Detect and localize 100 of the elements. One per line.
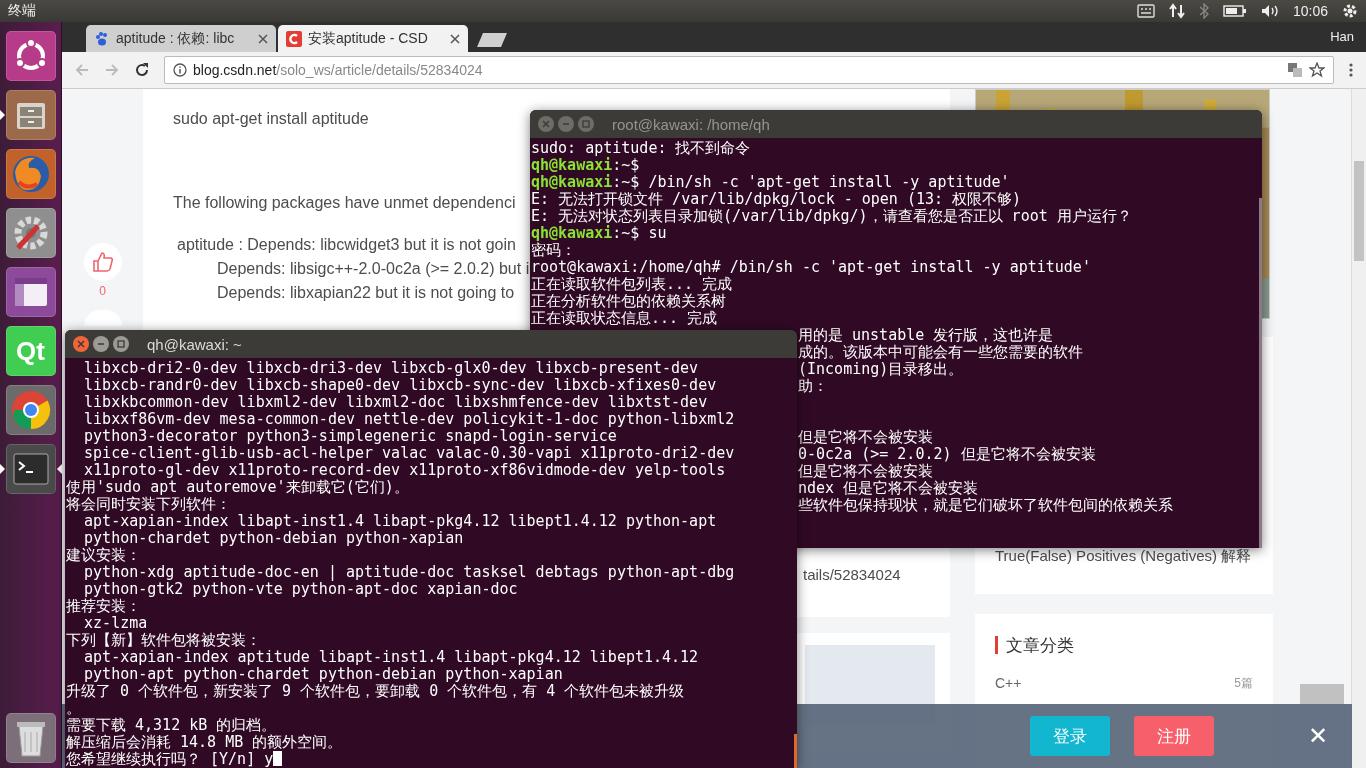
terminal-line: libxcb-randr0-dev libxcb-shape0-dev libxcb-sync-dev libxcb-xfixes0-dev: [83, 377, 718, 394]
terminal-line: apt-xapian-index aptitude libapt-inst1.4 libapt-pkg4.12 libept1.4.12: [83, 649, 700, 666]
terminal-line: 但是它将不会被安装: [798, 462, 933, 480]
terminal-line: 。: [65, 700, 82, 717]
scrollbar[interactable]: [1351, 89, 1366, 768]
terminal-line: python-apt python-chardet python-debian python-xapian: [83, 666, 564, 683]
terminal-icon[interactable]: [5, 444, 56, 494]
category-link[interactable]: C++: [995, 674, 1022, 692]
like-button[interactable]: [83, 243, 122, 281]
paw-icon: [94, 30, 110, 47]
square-icon: [117, 340, 125, 348]
circle-logo-icon[interactable]: [5, 385, 56, 435]
article-text: Depends: libsigc++-2.0-0c2a (>= 2.0.2) but i: [216, 259, 530, 279]
close-button[interactable]: ✕: [1308, 722, 1328, 750]
thumbs-up-icon: [91, 251, 114, 273]
terminal-line: 您希望继续执行吗？ [Y/n] y: [66, 750, 274, 768]
terminal-line: python-chardet python-debian python-xapian: [84, 530, 465, 547]
terminal-line: libxcb-dri2-0-dev libxcb-dri3-dev libxcb-glx0-dev libxcb-present-dev: [83, 360, 700, 377]
minimize-button[interactable]: [93, 336, 109, 352]
translate-icon[interactable]: [1287, 62, 1303, 78]
terminal-line: sudo: aptitude: 找不到命令: [530, 140, 752, 157]
maximize-button[interactable]: [113, 336, 129, 352]
network-arrows-icon[interactable]: [1168, 3, 1185, 19]
window-title: root@kawaxi: /home/qh: [612, 115, 770, 133]
close-icon: [77, 340, 85, 348]
browser-tab[interactable]: 安装aptitude - CSD: [278, 25, 468, 52]
terminal-line: qh@kawaxi:~$ su: [530, 225, 668, 242]
square-icon: [582, 120, 590, 128]
article-text: aptitude : Depends: libcwidget3 but it is not goin: [176, 235, 516, 255]
terminal-line: (Incoming)目录移出。: [798, 360, 964, 378]
terminal-line: root@kawaxi:/home/qh# /bin/sh -c 'apt-get install -y aptitude': [530, 259, 1092, 276]
new-tab-button[interactable]: [476, 32, 508, 48]
article-count: 5篇: [1234, 674, 1253, 692]
terminal-line: E: 无法打开锁文件 /var/lib/dpkg/lock - open (13: 权限不够): [530, 191, 1023, 208]
address-bar[interactable]: blog.csdn.net/solo_ws/article/details/52834024: [164, 56, 1334, 84]
terminal-line: 推荐安装：: [65, 598, 141, 615]
ubuntu-logo-icon[interactable]: [5, 31, 56, 81]
heading-bar: [995, 636, 998, 655]
terminal-line: python3-decorator python3-simplegeneric snapd-login-service: [83, 428, 618, 445]
close-icon: [542, 120, 550, 128]
close-icon[interactable]: [258, 33, 268, 44]
article-link[interactable]: tails/52834024: [803, 566, 901, 583]
terminal-line: 密码：: [530, 242, 576, 259]
c-logo-icon: [286, 30, 302, 47]
close-icon[interactable]: [450, 33, 460, 44]
like-count: 0: [99, 284, 106, 298]
globe-icon[interactable]: [5, 149, 56, 199]
reload-icon[interactable]: [134, 62, 150, 78]
article-link[interactable]: True(False) Positives (Negatives) 解释: [995, 547, 1252, 565]
terminal-line: 成的。该版本中可能会有一些您需要的软件: [798, 343, 1083, 361]
star-icon[interactable]: [1309, 62, 1325, 78]
terminal-line: 正在读取状态信息... 完成: [530, 310, 719, 327]
window-icon[interactable]: [5, 267, 56, 317]
terminal-line: qh@kawaxi:~$ /bin/sh -c 'apt-get install -y aptitude': [530, 174, 1011, 191]
minus-icon: [562, 120, 570, 128]
article-text: sudo apt-get install aptitude: [173, 109, 369, 129]
article-text: Depends: libxapian22 but it is not going to: [216, 283, 515, 303]
terminal-line: 些软件包保持现状，就是它们破坏了软件包间的依赖关系: [798, 496, 1173, 514]
terminal-line: 需要下载 4,312 kB 的归档。: [65, 717, 278, 734]
info-icon: [173, 63, 187, 77]
scroll-thumb[interactable]: [1354, 161, 1364, 261]
terminal-line: 正在读取软件包列表... 完成: [530, 276, 734, 293]
terminal-line: 0-0c2a (>= 2.0.2) 但是它将不会被安装: [798, 445, 1096, 463]
terminal-line: ndex 但是它将不会被安装: [798, 479, 979, 497]
section-title: 文章分类: [1006, 634, 1074, 657]
window-title: qh@kawaxi: ~: [147, 335, 242, 353]
battery-icon[interactable]: [1222, 5, 1247, 17]
terminal-line: python-gtk2 python-vte python-apt-doc xapian-doc: [84, 581, 519, 598]
close-button[interactable]: [73, 336, 89, 352]
terminal-line: 将会同时安装下列软件：: [65, 496, 232, 513]
volume-icon[interactable]: [1260, 4, 1279, 18]
terminal-line: apt-xapian-index libapt-inst1.4 libapt-pkg4.12 libept1.4.12 python-apt: [83, 513, 718, 530]
bluetooth-icon[interactable]: [1198, 3, 1209, 19]
minus-icon: [97, 340, 105, 348]
terminal-line: 升级了 0 个软件包，新安装了 9 个软件包，要卸载 0 个软件包，有 4 个软件包未被升级: [65, 683, 686, 700]
terminal-line: 下列【新】软件包将被安装：: [65, 632, 262, 649]
scroll-indicator: [794, 734, 797, 768]
menu-icon[interactable]: [1348, 62, 1354, 78]
terminal-line: spice-client-glib-usb-acl-helper valac valac-0.30-vapi x11proto-dri2-dev: [83, 445, 736, 462]
terminal-line: 使用'sudo apt autoremove'来卸载它(它们)。: [65, 479, 410, 496]
trash-icon[interactable]: [5, 713, 56, 763]
terminal-line: libxxf86vm-dev mesa-common-dev nettle-dev policykit-1-doc python-libxml2: [83, 411, 736, 428]
terminal-line: 建议安装：: [65, 547, 141, 564]
terminal-line: qh@kawaxi:~$: [530, 157, 640, 174]
file-cabinet-icon[interactable]: [5, 90, 56, 140]
clock-time[interactable]: 10:06: [1292, 3, 1328, 19]
wrench-gear-icon[interactable]: [5, 208, 56, 258]
settings-icon[interactable]: [1342, 3, 1358, 19]
app-title: 终端: [8, 2, 36, 20]
text-cursor: [273, 751, 283, 766]
keyboard-icon[interactable]: [1136, 4, 1155, 18]
terminal-line: xz-lzma: [83, 615, 149, 632]
browser-tab[interactable]: aptitude : 依赖: libc: [86, 25, 276, 52]
terminal-line: 助：: [798, 377, 828, 395]
terminal-line: 解压缩后会消耗 14.8 MB 的额外空间。: [65, 734, 344, 751]
profile-name[interactable]: Han: [1330, 29, 1354, 44]
terminal-line: libxkbcommon-dev libxml2-dev libxml2-doc libxshmfence-dev libxtst-dev: [83, 394, 709, 411]
terminal-line: x11proto-gl-dev x11proto-record-dev x11proto-xf86vidmode-dev yelp-tools: [83, 462, 727, 479]
terminal-line: 用的是 unstable 发行版，这也许是: [798, 326, 1054, 344]
article-text: The following packages have unmet dependenci: [173, 193, 516, 213]
